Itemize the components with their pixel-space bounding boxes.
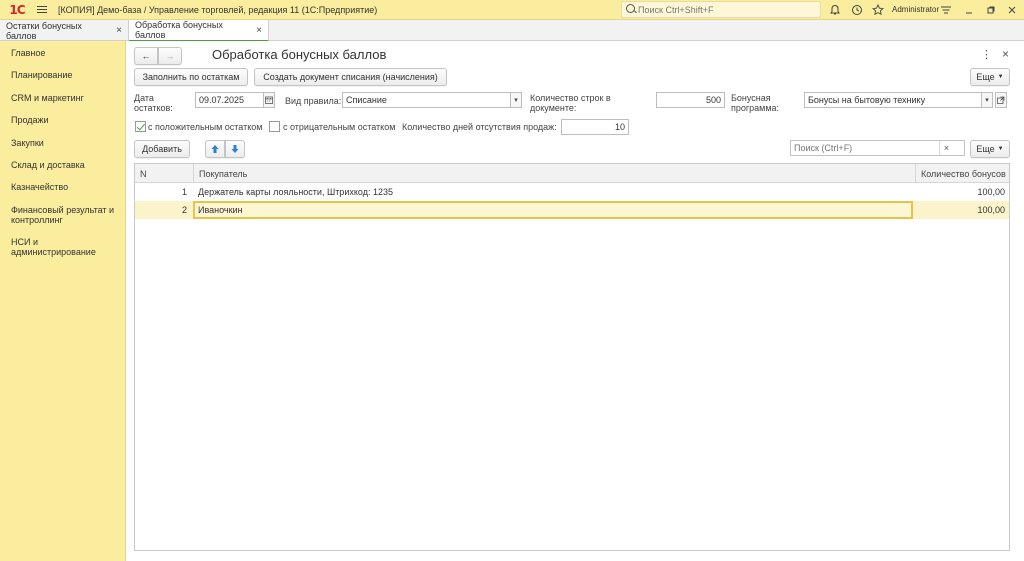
column-header-n[interactable]: N [135, 164, 193, 183]
rule-type-dropdown-icon[interactable]: ▾ [510, 92, 522, 108]
open-program-icon[interactable] [995, 92, 1007, 108]
move-down-button[interactable] [225, 140, 245, 158]
table-search[interactable]: × [790, 140, 965, 156]
buyer-cell[interactable]: Держатель карты лояльности, Штрихкод: 12… [193, 183, 915, 201]
sidebar-item-warehouse[interactable]: Склад и доставка [11, 160, 123, 170]
minimize-icon[interactable] [961, 2, 977, 18]
table-header: N Покупатель Количество бонусов [135, 164, 1009, 183]
date-label: Дата остатков: [134, 93, 173, 113]
more-menu-icon[interactable]: ⋮ [981, 48, 992, 61]
bonus-cell[interactable]: 100,00 [915, 183, 1009, 201]
rows-count-label: Количество строк в документе: [530, 93, 611, 113]
bell-icon[interactable] [827, 2, 843, 18]
clear-search-icon[interactable]: × [939, 141, 953, 155]
negative-balance-checkbox[interactable] [269, 121, 280, 132]
star-icon[interactable] [870, 2, 886, 18]
table-row[interactable]: 1 Держатель карты лояльности, Штрихкод: … [135, 183, 1009, 201]
bonus-program-label: Бонусная программа: [731, 93, 780, 113]
sidebar-item-admin[interactable]: НСИ и администрирование [11, 237, 123, 257]
1c-logo: 1С [9, 2, 25, 17]
fill-by-balances-button[interactable]: Заполнить по остаткам [134, 68, 248, 86]
sidebar-item-sales[interactable]: Продажи [11, 115, 123, 125]
title-bar: 1С [КОПИЯ] Демо-база / Управление торгов… [0, 0, 1024, 20]
tab-label: Обработка бонусных баллов [135, 20, 223, 40]
buyer-cell-active[interactable]: Иваночкин [193, 201, 913, 219]
sidebar-item-crm[interactable]: CRM и маркетинг [11, 93, 123, 103]
sidebar-item-planning[interactable]: Планирование [11, 70, 123, 80]
open-tabs-bar: Остатки бонусных баллов × Обработка бону… [0, 20, 1024, 42]
sidebar-item-finance[interactable]: Финансовый результат и контроллинг [11, 205, 123, 225]
row-number: 2 [181, 205, 187, 215]
sidebar-item-treasury[interactable]: Казначейство [11, 182, 123, 192]
more-actions-button[interactable]: Еще ▼ [970, 68, 1010, 86]
global-search-input[interactable] [638, 4, 818, 15]
search-icon [624, 2, 638, 17]
history-icon[interactable] [849, 2, 865, 18]
close-tab-icon[interactable]: × [116, 25, 122, 36]
close-form-icon[interactable]: × [1002, 47, 1009, 61]
table-more-button[interactable]: Еще ▼ [970, 140, 1010, 158]
row-number: 1 [181, 187, 187, 197]
forward-button[interactable]: → [158, 47, 182, 65]
bonus-program-dropdown-icon[interactable]: ▾ [981, 92, 993, 108]
bonus-program-field[interactable]: Бонусы на бытовую технику [804, 92, 982, 108]
move-up-button[interactable] [205, 140, 225, 158]
positive-balance-label[interactable]: с положительным остатком [148, 122, 262, 132]
table-search-input[interactable] [791, 143, 939, 153]
more-label: Еще [976, 144, 995, 154]
calendar-icon[interactable] [263, 92, 275, 108]
tab-bonus-processing[interactable]: Обработка бонусных баллов × [129, 20, 269, 42]
rule-type-field[interactable]: Списание [342, 92, 512, 108]
main-menu-icon[interactable] [34, 0, 50, 20]
back-button[interactable]: ← [134, 47, 158, 65]
buyers-table: N Покупатель Количество бонусов 1 Держат… [134, 163, 1010, 551]
column-header-bonus[interactable]: Количество бонусов [915, 164, 1009, 183]
tab-bonus-balances[interactable]: Остатки бонусных баллов × [0, 20, 129, 41]
column-header-buyer[interactable]: Покупатель [193, 164, 915, 183]
table-row-selected[interactable]: 2 Иваночкин 100,00 [135, 201, 1009, 219]
close-window-icon[interactable] [1004, 2, 1020, 18]
settings-menu-icon[interactable] [938, 2, 954, 18]
arrow-up-icon [211, 145, 219, 153]
user-name[interactable]: Administrator [892, 5, 939, 14]
sections-panel: Главное Планирование CRM и маркетинг Про… [0, 41, 126, 561]
sidebar-item-purchases[interactable]: Закупки [11, 138, 123, 148]
date-field[interactable]: 09.07.2025 [195, 92, 264, 108]
global-search[interactable] [621, 1, 821, 18]
add-button[interactable]: Добавить [134, 140, 190, 158]
chevron-down-icon: ▼ [997, 146, 1004, 152]
arrow-down-icon [231, 145, 239, 153]
page-title: Обработка бонусных баллов [212, 47, 387, 62]
close-tab-icon[interactable]: × [256, 25, 262, 36]
days-without-sales-label: Количество дней отсутствия продаж: [402, 122, 557, 132]
create-writeoff-document-button[interactable]: Создать документ списания (начисления) [254, 68, 447, 86]
restore-icon[interactable] [983, 2, 999, 18]
sidebar-item-main[interactable]: Главное [11, 48, 123, 58]
rows-count-field[interactable]: 500 [656, 92, 725, 108]
rule-type-label: Вид правила: [285, 96, 342, 106]
positive-balance-checkbox[interactable] [135, 121, 146, 132]
chevron-down-icon: ▼ [997, 74, 1004, 80]
form-area: ← → Обработка бонусных баллов ⋮ × Заполн… [126, 41, 1024, 561]
tab-label: Остатки бонусных баллов [6, 20, 82, 41]
more-label: Еще [976, 72, 995, 82]
days-without-sales-field[interactable]: 10 [561, 119, 629, 135]
bonus-cell[interactable]: 100,00 [915, 201, 1009, 219]
app-title: [КОПИЯ] Демо-база / Управление торговлей… [58, 4, 378, 15]
negative-balance-label[interactable]: с отрицательным остатком [283, 122, 395, 132]
